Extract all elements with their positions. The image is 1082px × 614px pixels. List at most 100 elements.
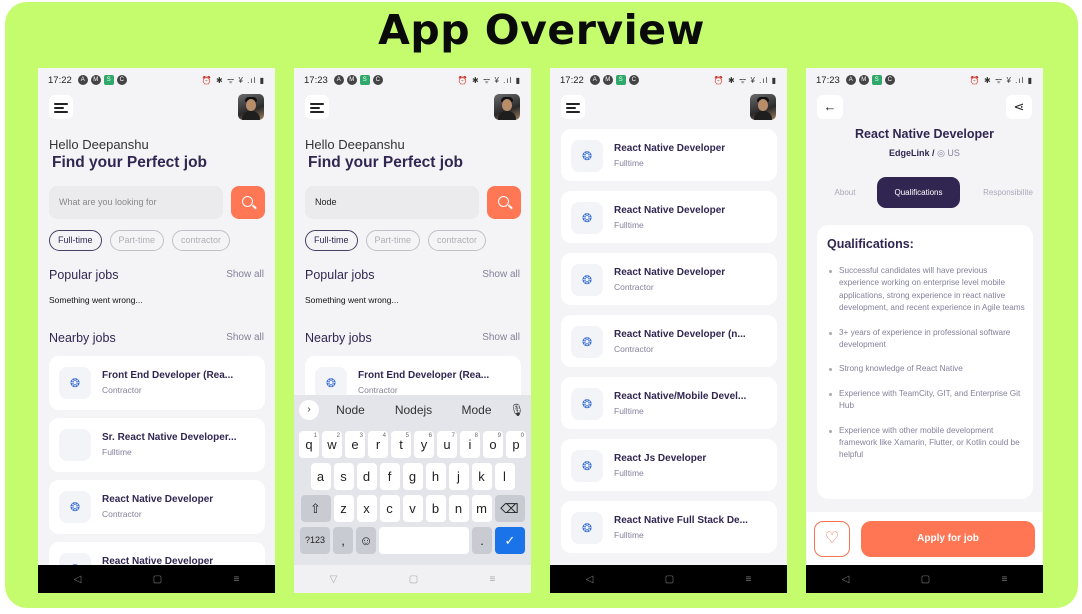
menu-button[interactable] [49,95,73,119]
share-button[interactable]: ⋖ [1006,95,1032,119]
job-card[interactable]: ❂ React Native Full Stack De... Fulltime [561,501,777,553]
back-nav-icon[interactable]: ◁ [74,574,82,585]
back-nav-icon[interactable]: ◁ [586,574,594,585]
key-j[interactable]: j [448,463,469,490]
job-type: Fulltime [102,447,132,457]
key-p[interactable]: p0 [506,431,526,458]
home-nav-icon[interactable]: ▢ [665,574,674,585]
search-input[interactable]: Node [305,186,479,219]
key-f[interactable]: f [379,463,400,490]
popular-show-all-link[interactable]: Show all [482,269,520,280]
enter-key[interactable]: ✓ [495,527,525,554]
key-a[interactable]: a [310,463,331,490]
suggestion-word[interactable]: Nodejs [382,403,445,417]
backspace-key[interactable]: ⌫ [494,495,525,522]
home-nav-icon[interactable]: ▢ [409,574,418,585]
nearby-show-all-link[interactable]: Show all [226,332,264,343]
search-input[interactable]: What are you looking for [49,186,223,219]
tab-responsibilities[interactable]: Responsibilite [968,177,1043,208]
tab-part-time[interactable]: Part-time [109,230,165,251]
job-card[interactable]: ❂ Front End Developer (Rea... Contractor [49,356,265,410]
nearby-show-all-link[interactable]: Show all [482,332,520,343]
job-card[interactable]: ❂ React Native Developer Contractor [561,253,777,305]
chrome-icon: C [116,75,127,85]
comma-key[interactable]: , [333,527,353,554]
tab-part-time[interactable]: Part-time [365,230,421,251]
app-icon: S [871,75,882,85]
recents-nav-icon[interactable]: ≡ [489,574,495,585]
tab-contractor[interactable]: contractor [172,230,231,251]
key-h[interactable]: h [425,463,446,490]
keyboard-row-4: ?123 , ☺ . ✓ [294,527,531,554]
job-card[interactable]: ❂ React Native Developer (n... Contracto… [561,315,777,367]
recents-nav-icon[interactable]: ≡ [233,574,239,585]
key-s[interactable]: s [333,463,354,490]
key-y[interactable]: y6 [414,431,434,458]
back-nav-icon[interactable]: ▽ [330,574,338,585]
job-card[interactable]: Sr. React Native Developer... Fulltime [49,418,265,472]
like-button[interactable]: ♡ [814,521,850,557]
key-o[interactable]: o9 [483,431,503,458]
popular-show-all-link[interactable]: Show all [226,269,264,280]
expand-arrow-icon[interactable]: › [299,400,319,420]
menu-button[interactable] [305,95,329,119]
shift-key[interactable]: ⇧ [300,495,331,522]
recents-nav-icon[interactable]: ≡ [745,574,751,585]
avatar[interactable] [494,94,520,120]
tab-full-time[interactable]: Full-time [49,230,102,251]
suggestion-word[interactable]: Node [319,403,382,417]
key-z[interactable]: z [333,495,354,522]
key-t[interactable]: t5 [391,431,411,458]
home-nav-icon[interactable]: ▢ [153,574,162,585]
job-footer: ♡ Apply for job [806,512,1043,565]
mic-icon[interactable]: 🎙 [508,403,526,417]
key-b[interactable]: b [425,495,446,522]
job-card[interactable]: ❂ React Native Developer Fulltime [561,191,777,243]
key-u[interactable]: u7 [437,431,457,458]
apply-button[interactable]: Apply for job [861,521,1035,557]
space-key[interactable] [379,527,469,554]
job-card[interactable]: ❂ React Native Developer Contractor [49,480,265,534]
key-q[interactable]: q1 [299,431,319,458]
key-v[interactable]: v [402,495,423,522]
key-g[interactable]: g [402,463,423,490]
overview-frame: App Overview 17:22 A M S C ⏰ ✱ ᯤ ¥ .ıl ▮… [5,2,1078,608]
period-key[interactable]: . [472,527,492,554]
system-icons: ⏰ ✱ ᯤ ¥ .ıl ▮ [457,75,521,85]
tab-full-time[interactable]: Full-time [305,230,358,251]
key-d[interactable]: d [356,463,377,490]
menu-button[interactable] [561,95,585,119]
key-i[interactable]: i8 [460,431,480,458]
company-logo-icon: ❂ [69,500,81,514]
avatar[interactable] [238,94,264,120]
key-k[interactable]: k [471,463,492,490]
job-type: Contractor [358,385,398,395]
status-icons: A M S C [845,75,895,85]
tab-contractor[interactable]: contractor [428,230,487,251]
recents-nav-icon[interactable]: ≡ [1001,574,1007,585]
suggestion-word[interactable]: Mode [445,403,508,417]
key-c[interactable]: c [379,495,400,522]
key-l[interactable]: l [494,463,515,490]
avatar[interactable] [750,94,776,120]
key-w[interactable]: w2 [322,431,342,458]
key-n[interactable]: n [448,495,469,522]
key-m[interactable]: m [471,495,492,522]
emoji-key[interactable]: ☺ [356,527,376,554]
numbers-key[interactable]: ?123 [300,527,330,554]
key-r[interactable]: r4 [368,431,388,458]
status-time: 17:22 [48,74,72,86]
key-x[interactable]: x [356,495,377,522]
back-button[interactable]: ← [817,95,843,119]
search-button[interactable] [487,186,521,219]
home-nav-icon[interactable]: ▢ [921,574,930,585]
tab-qualifications[interactable]: Qualifications [877,177,960,208]
tab-about[interactable]: About [820,177,870,208]
key-e[interactable]: e3 [345,431,365,458]
job-card[interactable]: ❂ React Native Developer Fulltime [561,129,777,181]
avatar-face [758,99,768,111]
search-button[interactable] [231,186,265,219]
job-card[interactable]: ❂ React Native/Mobile Devel... Fulltime [561,377,777,429]
back-nav-icon[interactable]: ◁ [842,574,850,585]
job-card[interactable]: ❂ React Js Developer Fulltime [561,439,777,491]
